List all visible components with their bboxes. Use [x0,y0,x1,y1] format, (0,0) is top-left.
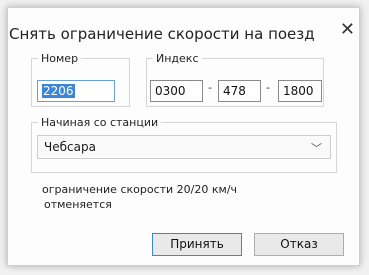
index-separator-1: - [208,81,212,94]
station-legend: Начиная со станции [41,116,159,129]
index-part2-input[interactable]: 478 [218,80,261,102]
cancel-button[interactable]: Отказ [254,233,344,256]
restriction-note: ограничение скорости 20/20 км/ч отменяет… [42,182,237,212]
index-part1-value: 0300 [155,84,186,98]
number-legend: Номер [41,52,79,65]
index-part2-value: 478 [223,84,246,98]
index-part1-input[interactable]: 0300 [150,80,203,102]
restriction-note-line2: отменяется [44,198,112,211]
index-part3-value: 1800 [283,84,314,98]
index-part3-input[interactable]: 1800 [278,80,322,102]
train-number-value: 2206 [42,84,75,98]
close-icon[interactable]: ✕ [340,21,355,39]
index-separator-2: - [266,81,270,94]
dialog-title: Снять ограничение скорости на поезд [9,25,315,43]
index-legend: Индекс [156,52,199,65]
accept-button[interactable]: Принять [152,233,242,256]
station-select[interactable]: Чебсара ﹀ [37,135,331,159]
train-number-input[interactable]: 2206 [37,80,115,102]
restriction-note-line1: ограничение скорости 20/20 км/ч [42,183,238,196]
chevron-down-icon: ﹀ [311,142,322,155]
station-selected-value: Чебсара [44,140,96,154]
